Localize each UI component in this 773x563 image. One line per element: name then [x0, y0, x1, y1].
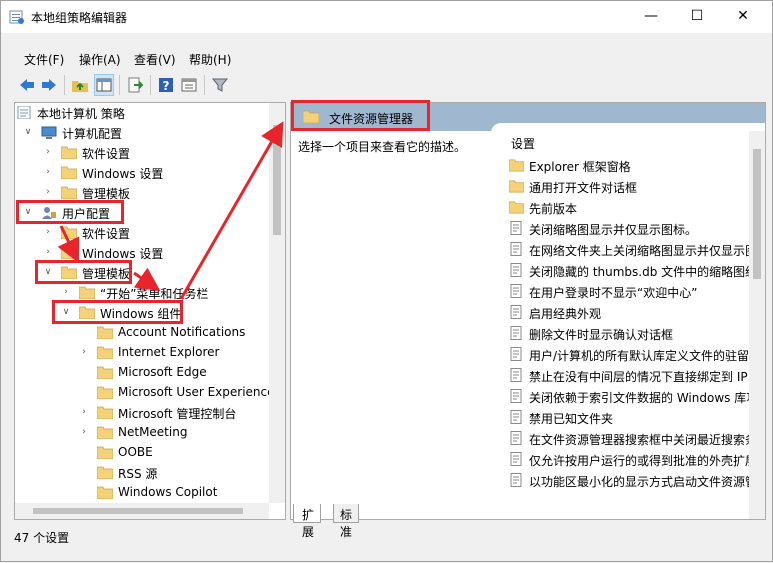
arrow-to-file-explorer	[179, 121, 284, 300]
arrow-to-admin-templates	[57, 225, 80, 264]
arrow-to-windows-components	[133, 267, 161, 292]
gpedit-window: 本地组策略编辑器 — ☐ ✕ 文件(F) 操作(A) 查看(V) 帮助(H) ?	[0, 0, 773, 562]
annotation-arrows	[57, 121, 284, 300]
